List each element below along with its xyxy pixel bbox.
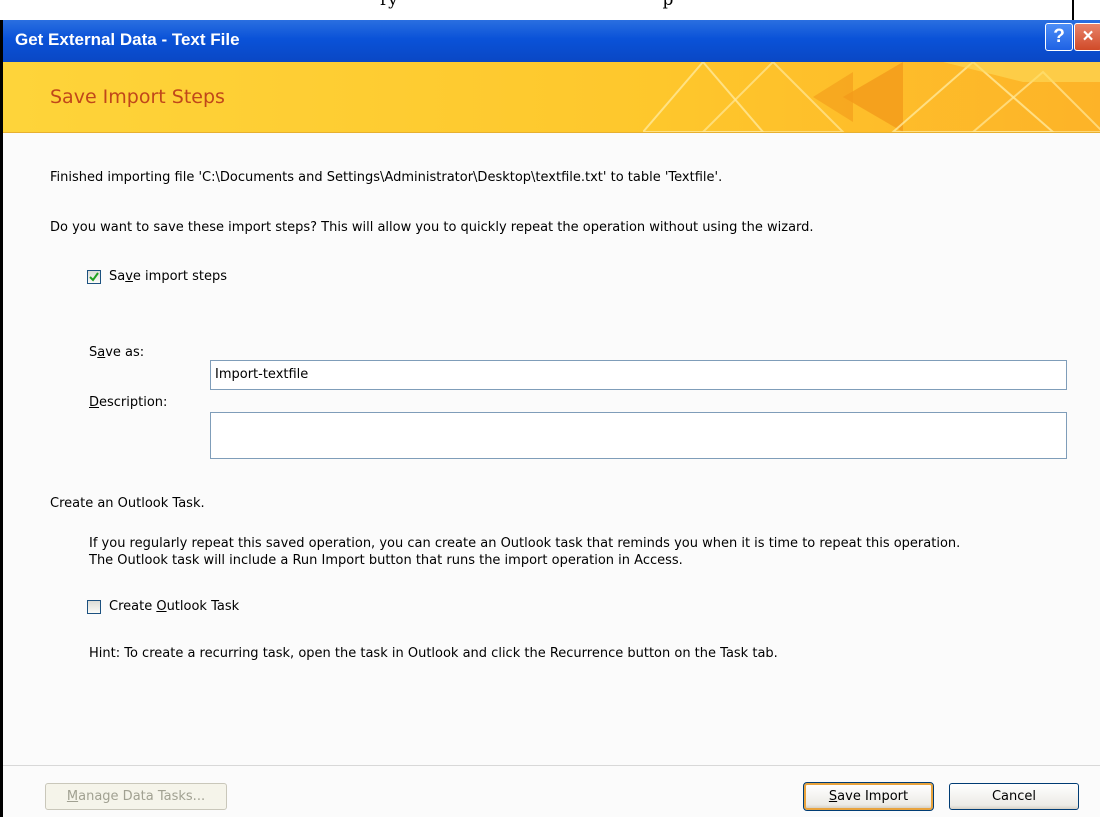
window-title: Get External Data - Text File — [15, 30, 240, 49]
save-import-steps-checkbox[interactable] — [87, 270, 101, 284]
close-button[interactable]: × — [1074, 23, 1100, 51]
outlook-info-line-1: If you regularly repeat this saved opera… — [89, 536, 961, 551]
save-import-button[interactable]: Save Import — [803, 782, 934, 811]
description-input[interactable] — [210, 412, 1067, 459]
outlook-info-line-2: The Outlook task will include a Run Impo… — [89, 553, 683, 568]
question-message: Do you want to save these import steps? … — [50, 220, 814, 235]
save-import-steps-label[interactable]: Save import steps — [109, 269, 227, 284]
banner-decoration-icon — [643, 62, 1100, 132]
background-text: ry · p — [380, 0, 674, 10]
manage-data-tasks-button[interactable]: Manage Data Tasks... — [45, 783, 227, 810]
recurrence-hint: Hint: To create a recurring task, open t… — [89, 646, 778, 661]
save-as-label: Save as: — [89, 345, 145, 360]
background-window-strip: ry · p — [0, 0, 1100, 22]
help-button[interactable]: ? — [1045, 23, 1073, 51]
finished-message: Finished importing file 'C:\Documents an… — [50, 170, 723, 185]
create-outlook-task-checkbox[interactable] — [87, 600, 101, 614]
import-dialog: Get External Data - Text File ? × Save I… — [0, 20, 1100, 817]
background-divider — [1072, 0, 1074, 22]
title-bar[interactable]: Get External Data - Text File ? × — [3, 20, 1100, 62]
cancel-button[interactable]: Cancel — [949, 783, 1079, 810]
wizard-banner: Save Import Steps — [3, 62, 1100, 133]
outlook-heading: Create an Outlook Task. — [50, 496, 205, 511]
banner-title: Save Import Steps — [50, 86, 225, 108]
create-outlook-task-label[interactable]: Create Outlook Task — [109, 599, 239, 614]
save-as-input[interactable]: Import-textfile — [210, 360, 1067, 390]
check-icon — [89, 272, 99, 282]
dialog-content: Finished importing file 'C:\Documents an… — [3, 132, 1100, 832]
description-label: Description: — [89, 395, 168, 410]
footer-divider — [3, 765, 1100, 766]
